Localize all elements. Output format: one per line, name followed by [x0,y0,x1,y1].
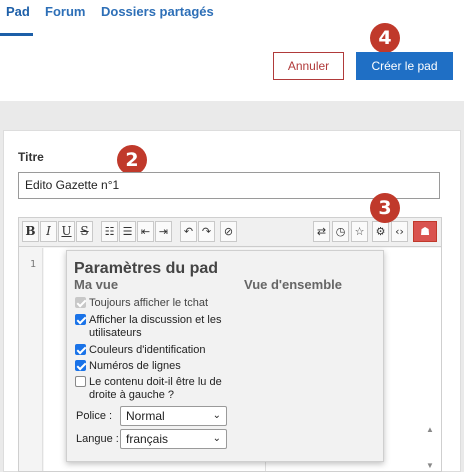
my-view-heading: Ma vue [74,277,119,292]
underline-icon[interactable]: U [58,221,75,242]
bold-icon[interactable]: B [22,221,39,242]
import-export-icon[interactable]: ⇄ [313,221,330,242]
language-label: Langue : [76,433,119,445]
chevron-down-icon: ⌄ [212,433,221,444]
outdent-icon[interactable]: ⇤ [137,221,154,242]
author-colors-checkbox[interactable] [75,344,86,355]
tab-forum[interactable]: Forum [45,4,85,19]
active-tab-indicator [0,33,33,36]
gear-icon[interactable]: ⚙ [372,221,389,242]
show-chat-users-label: Afficher la discussion et les utilisateu… [89,314,222,339]
show-chat-users-checkbox[interactable] [75,314,86,325]
scroll-up-icon[interactable]: ▲ [426,425,434,434]
title-label: Titre [18,150,44,164]
redo-icon[interactable]: ↷ [198,221,215,242]
history-icon[interactable]: ◷ [332,221,349,242]
scroll-down-icon[interactable]: ▼ [426,461,434,470]
embed-icon[interactable]: ‹› [391,221,408,242]
indent-icon[interactable]: ⇥ [155,221,172,242]
users-icon[interactable]: ☗ [413,221,437,242]
bullet-list-icon[interactable]: ☰ [119,221,136,242]
create-pad-button[interactable]: Créer le pad [356,52,453,80]
line-number-gutter [19,248,43,471]
strikethrough-icon[interactable]: S [76,221,93,242]
line-numbers-label: Numéros de lignes [89,360,181,372]
tab-pad[interactable]: Pad [6,4,30,19]
step-badge-2: 2 [117,145,147,175]
chevron-down-icon: ⌄ [212,410,221,421]
rtl-label: Le contenu doit-il être lu de droite à g… [89,376,222,401]
always-show-chat-label: Toujours afficher le tchat [89,297,209,309]
always-show-chat-checkbox [75,297,86,308]
language-select-value: français [126,432,169,446]
font-label: Police : [76,410,113,422]
step-badge-3: 3 [370,193,400,223]
step-badge-4: 4 [370,23,400,53]
clear-format-icon[interactable]: ⊘ [220,221,237,242]
rtl-checkbox[interactable] [75,376,86,387]
star-icon[interactable]: ☆ [351,221,368,242]
line-numbers-checkbox[interactable] [75,360,86,371]
italic-icon[interactable]: I [40,221,57,242]
font-select-value: Normal [126,409,165,423]
line-number: 1 [30,259,37,270]
author-colors-label: Couleurs d'identification [89,344,206,356]
popup-title: Paramètres du pad [74,260,219,277]
language-select[interactable]: français ⌄ [120,429,227,449]
tab-shared-folders[interactable]: Dossiers partagés [101,4,214,19]
cancel-button[interactable]: Annuler [273,52,344,80]
font-select[interactable]: Normal ⌄ [120,406,227,426]
undo-icon[interactable]: ↶ [180,221,197,242]
overview-heading: Vue d'ensemble [244,277,342,292]
ordered-list-icon[interactable]: ☷ [101,221,118,242]
